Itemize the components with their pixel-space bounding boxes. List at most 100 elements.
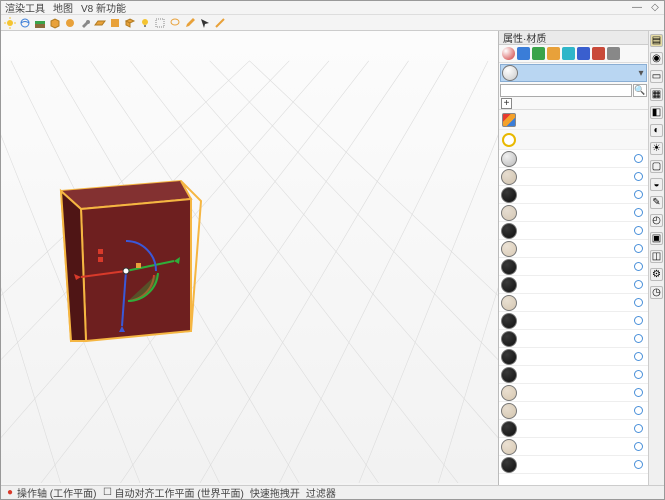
material-row[interactable] — [499, 312, 648, 330]
material-thumb-icon — [501, 223, 517, 239]
record-icon: ● — [5, 488, 15, 498]
tool-sphere-icon[interactable] — [63, 16, 77, 30]
add-material-row: + — [499, 98, 648, 110]
cat-cube-icon[interactable] — [577, 47, 590, 60]
tab-help-icon[interactable]: ◴ — [650, 214, 663, 227]
material-flag-icon — [634, 442, 643, 451]
material-row[interactable] — [499, 420, 648, 438]
status-gumball[interactable]: ●操作轴 (工作平面) — [5, 485, 96, 500]
material-row[interactable] — [499, 294, 648, 312]
material-flag-icon — [634, 460, 643, 469]
material-row[interactable] — [499, 168, 648, 186]
dropdown-icon[interactable]: ▾ — [636, 68, 646, 79]
cat-sphere-icon[interactable] — [502, 47, 515, 60]
tab-folder-icon[interactable]: ▭ — [650, 70, 663, 83]
status-drag[interactable]: 快速拖拽开 — [250, 485, 300, 500]
material-row[interactable] — [499, 366, 648, 384]
tab-diag-icon[interactable]: ◫ — [650, 250, 663, 263]
cat-view-icon[interactable] — [562, 47, 575, 60]
material-flag-icon — [634, 406, 643, 415]
selected-box-object[interactable] — [41, 171, 221, 371]
material-search-input[interactable] — [500, 84, 632, 97]
material-thumb-icon — [501, 457, 517, 473]
tool-pencil-icon[interactable] — [183, 16, 197, 30]
tab-grid-icon[interactable]: ▦ — [650, 88, 663, 101]
material-flag-icon — [634, 352, 643, 361]
material-thumb-icon — [501, 349, 517, 365]
material-thumb-icon — [501, 259, 517, 275]
window-minimize-icon[interactable]: ◇ — [650, 3, 660, 13]
cat-texture-icon[interactable] — [592, 47, 605, 60]
tab-texture-icon[interactable]: ◧ — [650, 106, 663, 119]
tab-render-icon[interactable]: ◐ — [650, 124, 663, 137]
material-row[interactable] — [499, 186, 648, 204]
tool-options-icon[interactable] — [213, 16, 227, 30]
material-flag-icon — [634, 280, 643, 289]
material-row[interactable] — [499, 150, 648, 168]
material-row[interactable] — [499, 348, 648, 366]
search-icon[interactable]: 🔍 — [633, 84, 647, 97]
tab-sun-icon[interactable]: ☀ — [650, 142, 663, 155]
tab-note-icon[interactable]: ✎ — [650, 196, 663, 209]
material-row[interactable] — [499, 384, 648, 402]
tab-light-icon[interactable]: ◒ — [650, 178, 663, 191]
tool-environment-icon[interactable] — [18, 16, 32, 30]
material-flag-icon — [634, 190, 643, 199]
cat-box-icon[interactable] — [547, 47, 560, 60]
palette-row-1[interactable] — [499, 110, 648, 130]
menu-item-v8-new[interactable]: V8 新功能 — [81, 0, 126, 15]
material-thumb-icon — [501, 439, 517, 455]
current-material-row[interactable]: ▾ — [500, 64, 647, 82]
material-thumb-icon — [501, 385, 517, 401]
tool-material-icon[interactable] — [108, 16, 122, 30]
tool-clip-icon[interactable] — [153, 16, 167, 30]
status-filter[interactable]: 过滤器 — [306, 485, 336, 500]
tool-arrow-icon[interactable] — [198, 16, 212, 30]
add-material-button[interactable]: + — [501, 98, 512, 109]
material-row[interactable] — [499, 258, 648, 276]
tab-doc-icon[interactable]: ▢ — [650, 160, 663, 173]
tool-sun-icon[interactable] — [3, 16, 17, 30]
tab-globe-icon[interactable]: ◉ — [650, 52, 663, 65]
material-thumb-icon — [501, 187, 517, 203]
cat-arrow-icon[interactable] — [517, 47, 530, 60]
material-row[interactable] — [499, 456, 648, 474]
checkbox-icon: ☐ — [102, 488, 112, 498]
main-toolbar — [1, 15, 664, 31]
material-row[interactable] — [499, 204, 648, 222]
panel-title: 属性·材质 — [499, 31, 648, 45]
menu-item-map[interactable]: 地图 — [53, 0, 73, 15]
material-flag-icon — [634, 172, 643, 181]
material-flag-icon — [634, 424, 643, 433]
tab-clock-icon[interactable]: ◷ — [650, 286, 663, 299]
3d-viewport[interactable] — [1, 31, 498, 485]
material-search-row: 🔍 — [499, 83, 648, 98]
material-row[interactable] — [499, 222, 648, 240]
tab-gear-icon[interactable]: ⚙ — [650, 268, 663, 281]
tab-layers-icon[interactable]: ▤ — [650, 34, 663, 47]
material-row[interactable] — [499, 402, 648, 420]
tool-ground-icon[interactable] — [33, 16, 47, 30]
material-row[interactable] — [499, 240, 648, 258]
material-row[interactable] — [499, 438, 648, 456]
tool-wrench-icon[interactable] — [78, 16, 92, 30]
status-cplane[interactable]: ☐自动对齐工作平面 (世界平面) — [102, 485, 243, 500]
tool-box-icon[interactable] — [48, 16, 62, 30]
tool-lasso-icon[interactable] — [168, 16, 182, 30]
tab-camera-icon[interactable]: ▣ — [650, 232, 663, 245]
palette-row-2[interactable] — [499, 130, 648, 150]
material-row[interactable] — [499, 330, 648, 348]
tool-plane-icon[interactable] — [93, 16, 107, 30]
material-flag-icon — [634, 154, 643, 163]
tool-edit-icon[interactable] — [123, 16, 137, 30]
material-list[interactable] — [499, 150, 648, 485]
tool-light-icon[interactable] — [138, 16, 152, 30]
material-row[interactable] — [499, 276, 648, 294]
side-tab-strip: ▤ ◉ ▭ ▦ ◧ ◐ ☀ ▢ ◒ ✎ ◴ ▣ ◫ ⚙ ◷ — [648, 31, 664, 485]
menu-item-render-tools[interactable]: 渲染工具 — [5, 0, 45, 15]
material-flag-icon — [634, 226, 643, 235]
material-flag-icon — [634, 262, 643, 271]
cat-settings-icon[interactable] — [607, 47, 620, 60]
window-menu-icon[interactable]: — — [632, 3, 642, 13]
cat-layers-icon[interactable] — [532, 47, 545, 60]
